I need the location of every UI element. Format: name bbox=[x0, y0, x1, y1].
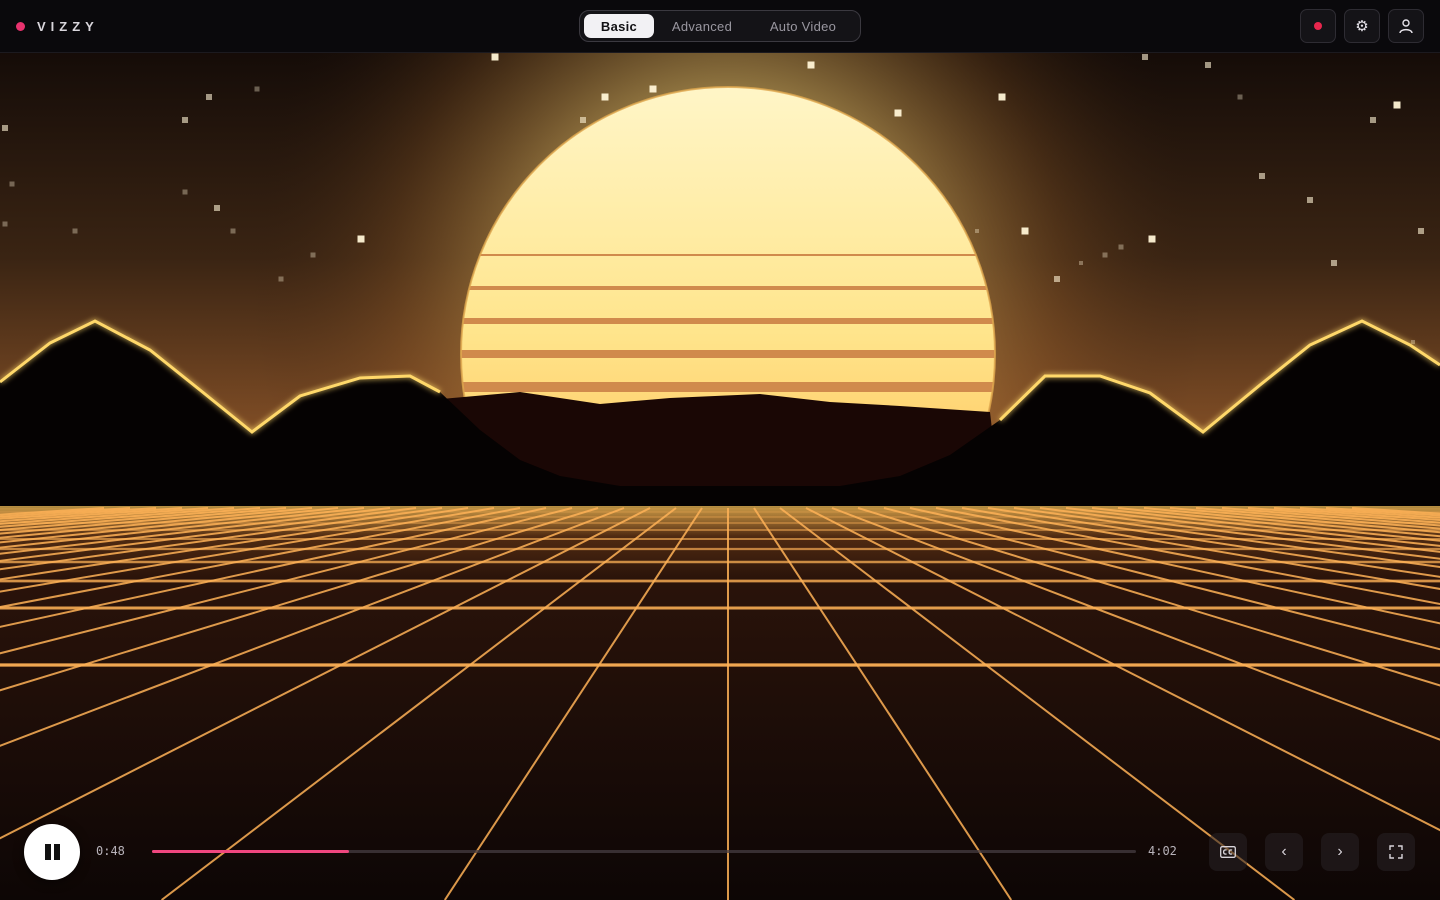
fullscreen-button[interactable] bbox=[1377, 833, 1415, 871]
previous-button[interactable]: ‹ bbox=[1265, 833, 1303, 871]
brand-dot-icon bbox=[16, 22, 25, 31]
gear-icon: ⚙ bbox=[1355, 18, 1369, 35]
user-icon bbox=[1399, 19, 1413, 34]
tab-basic[interactable]: Basic bbox=[584, 14, 654, 38]
total-duration: 4:02 bbox=[1148, 844, 1177, 858]
visualizer-canvas bbox=[0, 53, 1440, 900]
captions-icon bbox=[1220, 846, 1236, 858]
captions-button[interactable] bbox=[1209, 833, 1247, 871]
current-time: 0:48 bbox=[96, 844, 125, 858]
play-pause-button[interactable] bbox=[24, 824, 80, 880]
app-name: VIZZY bbox=[37, 19, 99, 34]
fullscreen-icon bbox=[1389, 845, 1403, 859]
record-icon bbox=[1314, 22, 1322, 30]
brand: VIZZY bbox=[16, 0, 99, 53]
progress-bar[interactable] bbox=[152, 850, 1136, 853]
next-button[interactable]: › bbox=[1321, 833, 1359, 871]
settings-button[interactable]: ⚙ bbox=[1344, 9, 1380, 43]
record-button[interactable] bbox=[1300, 9, 1336, 43]
chevron-left-icon: ‹ bbox=[1281, 843, 1287, 860]
player-controls: 0:48 4:02 ‹ › bbox=[0, 820, 1440, 884]
account-button[interactable] bbox=[1388, 9, 1424, 43]
visualizer-scene bbox=[0, 0, 1440, 900]
pause-icon bbox=[44, 844, 60, 860]
tab-advanced[interactable]: Advanced bbox=[654, 14, 750, 38]
mode-tabs: Basic Advanced Auto Video bbox=[579, 10, 861, 42]
top-bar: VIZZY Basic Advanced Auto Video ⚙ bbox=[0, 0, 1440, 53]
progress-fill bbox=[152, 850, 349, 853]
chevron-right-icon: › bbox=[1337, 843, 1343, 860]
tab-auto-video[interactable]: Auto Video bbox=[750, 14, 856, 38]
